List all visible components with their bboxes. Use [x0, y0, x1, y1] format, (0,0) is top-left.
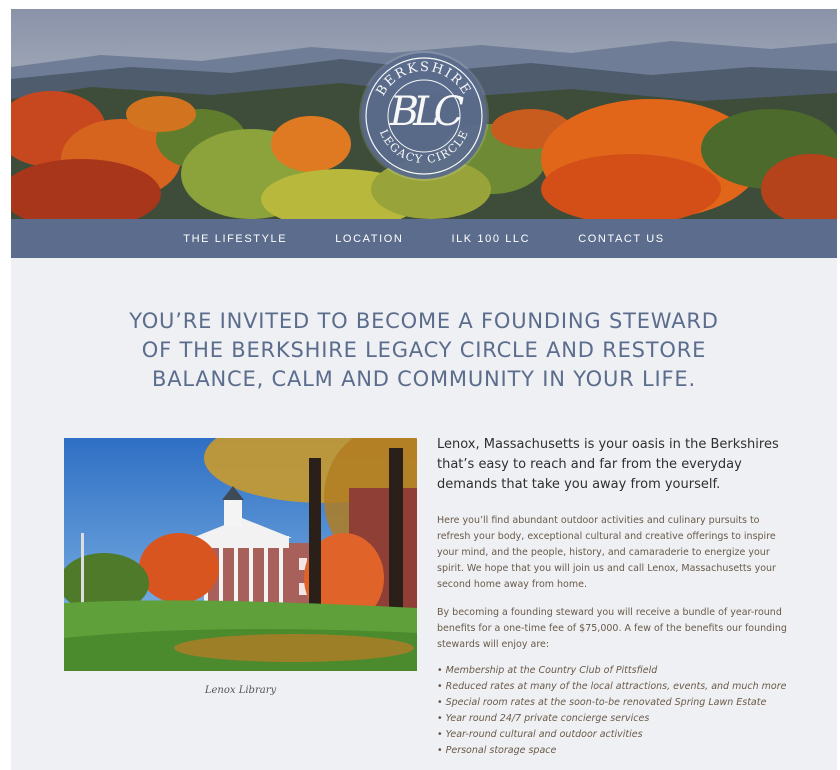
benefits-intro-paragraph: By becoming a founding steward you will … — [437, 607, 787, 650]
photo-caption: Lenox Library — [204, 685, 277, 696]
list-item: Reduced rates at many of the local attra… — [437, 679, 787, 695]
list-item: Personal storage space — [437, 743, 787, 759]
lead-paragraph: Lenox, Massachusetts is your oasis in th… — [437, 437, 779, 492]
page-headline: YOU’RE INVITED TO BECOME A FOUNDING STEW… — [51, 307, 797, 394]
hero-banner: BERKSHIRE LEGACY CIRCLE BLC — [11, 9, 837, 219]
list-item: Year round 24/7 private concierge servic… — [437, 711, 787, 727]
nav-item-ilk-100-llc[interactable]: ILK 100 LLC — [451, 233, 530, 245]
library-photo — [64, 438, 417, 671]
headline-line-3: BALANCE, CALM AND COMMUNITY IN YOUR LIFE… — [152, 367, 696, 391]
logo-monogram: BLC — [389, 89, 465, 135]
benefits-list: Membership at the Country Club of Pittsf… — [437, 663, 787, 759]
list-item: Membership at the Country Club of Pittsf… — [437, 663, 787, 679]
intro-paragraph: Here you’ll find abundant outdoor activi… — [437, 515, 776, 590]
main-nav: THE LIFESTYLE LOCATION ILK 100 LLC CONTA… — [11, 219, 837, 258]
list-item: Year-round cultural and outdoor activiti… — [437, 727, 787, 743]
lenox-library-image — [64, 438, 417, 671]
nav-item-lifestyle[interactable]: THE LIFESTYLE — [183, 233, 287, 245]
nav-item-location[interactable]: LOCATION — [335, 233, 403, 245]
content-column: Lenox, Massachusetts is your oasis in th… — [437, 435, 787, 759]
nav-item-contact-us[interactable]: CONTACT US — [578, 233, 665, 245]
headline-line-1: YOU’RE INVITED TO BECOME A FOUNDING STEW… — [129, 309, 719, 333]
list-item: Special room rates at the soon-to-be ren… — [437, 695, 787, 711]
brand-logo[interactable]: BERKSHIRE LEGACY CIRCLE BLC — [361, 53, 487, 179]
headline-line-2: OF THE BERKSHIRE LEGACY CIRCLE AND RESTO… — [141, 338, 707, 362]
